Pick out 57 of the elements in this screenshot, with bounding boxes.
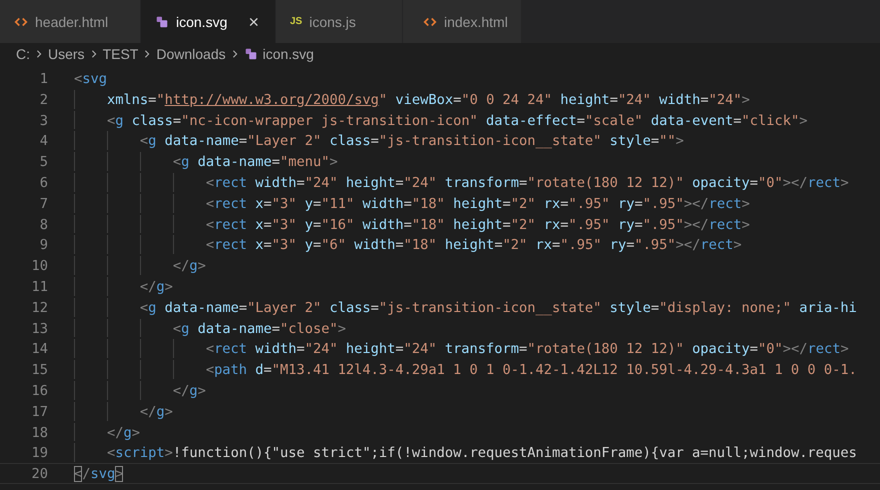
tab-label: index.html: [444, 14, 508, 30]
shapes-icon: [155, 14, 169, 28]
breadcrumb-item[interactable]: TEST: [102, 46, 138, 62]
code-line: <rect x="3" y="16" width="18" height="2" rx=".95" ry=".95"></rect>: [206, 216, 750, 234]
breadcrumb-item[interactable]: Users: [48, 46, 85, 62]
tab-label: icons.js: [309, 14, 356, 30]
code-line: <rect width="24" height="24" transform="rotate(180 12 12)" opacity="0"></rect>: [206, 174, 849, 192]
code-line: <script>!function(){"use strict";if(!window.requestAnimationFrame){var a=null;window.reques: [106, 444, 857, 462]
code-line: <path d="M13.41 12l4.3-4.29a1 1 0 1 0-1.42-1.42L12 10.59l-4.29-4.3a1 1 0 0 0-1.: [206, 361, 857, 379]
code-line: </g>: [172, 257, 206, 275]
line-number: 11: [30, 278, 48, 296]
line-number: 15: [30, 361, 48, 379]
line-number: 16: [30, 382, 48, 400]
code-line: <g class="nc-icon-wrapper js-transition-icon" data-effect="scale" data-event="click">: [106, 112, 808, 130]
line-number: 4: [38, 132, 48, 150]
line-number: 20: [30, 465, 48, 483]
line-number: 9: [38, 236, 48, 254]
line-number: 13: [30, 320, 48, 338]
line-number: 12: [30, 298, 48, 317]
line-number: 7: [38, 194, 48, 213]
code-line: </g>: [106, 424, 140, 442]
editor-tab[interactable]: header.html: [0, 0, 141, 43]
code-line: <g data-name="Layer 2" class="js-transition-icon__state" style="">: [140, 132, 684, 150]
tab-label: header.html: [35, 14, 108, 30]
line-number: 8: [38, 216, 48, 234]
breadcrumb-item[interactable]: icon.svg: [262, 46, 314, 62]
editor-tab[interactable]: JS icons.js: [276, 0, 403, 43]
tab-label: icon.svg: [176, 14, 228, 30]
line-number: 18: [30, 424, 48, 442]
editor-tab[interactable]: icon.svg ×: [141, 0, 276, 43]
close-icon[interactable]: ×: [248, 12, 259, 30]
line-number: 3: [38, 112, 48, 130]
line-number: 2: [38, 90, 48, 109]
line-number: 14: [30, 340, 48, 358]
breadcrumb-item[interactable]: Downloads: [156, 46, 226, 62]
code-line: xmlns="http://www.w3.org/2000/svg" viewBox="0 0 24 24" height="24" width="24">: [106, 90, 750, 109]
code-line: <g data-name="menu">: [172, 153, 338, 171]
code-line: <g data-name="close">: [172, 320, 346, 338]
code-line: </g>: [172, 382, 206, 400]
line-number: 1: [38, 70, 48, 88]
code-line: <svg: [74, 70, 107, 88]
code-line: <g data-name="Layer 2" class="js-transition-icon__state" style="display: none;" aria-hi: [140, 298, 857, 317]
editor-tab[interactable]: index.html: [403, 0, 522, 43]
js-label: JS: [290, 16, 302, 27]
line-number: 17: [30, 402, 48, 421]
code-line: </g>: [140, 402, 173, 421]
code-line: <rect width="24" height="24" transform="rotate(180 12 12)" opacity="0"></rect>: [206, 340, 849, 358]
code-line: </g>: [140, 278, 173, 296]
code-line: <rect x="3" y="6" width="18" height="2" rx=".95" ry=".95"></rect>: [206, 236, 742, 254]
code-line: <rect x="3" y="11" width="18" height="2" rx=".95" ry=".95"></rect>: [206, 194, 750, 213]
line-number: 5: [38, 153, 48, 171]
shapes-icon: [244, 47, 258, 61]
breadcrumb-item[interactable]: C:: [16, 46, 30, 62]
line-number: 10: [30, 257, 48, 275]
url-link[interactable]: http://www.w3.org/2000/svg: [164, 92, 379, 108]
line-number: 6: [38, 174, 48, 192]
line-number: 19: [30, 444, 48, 462]
